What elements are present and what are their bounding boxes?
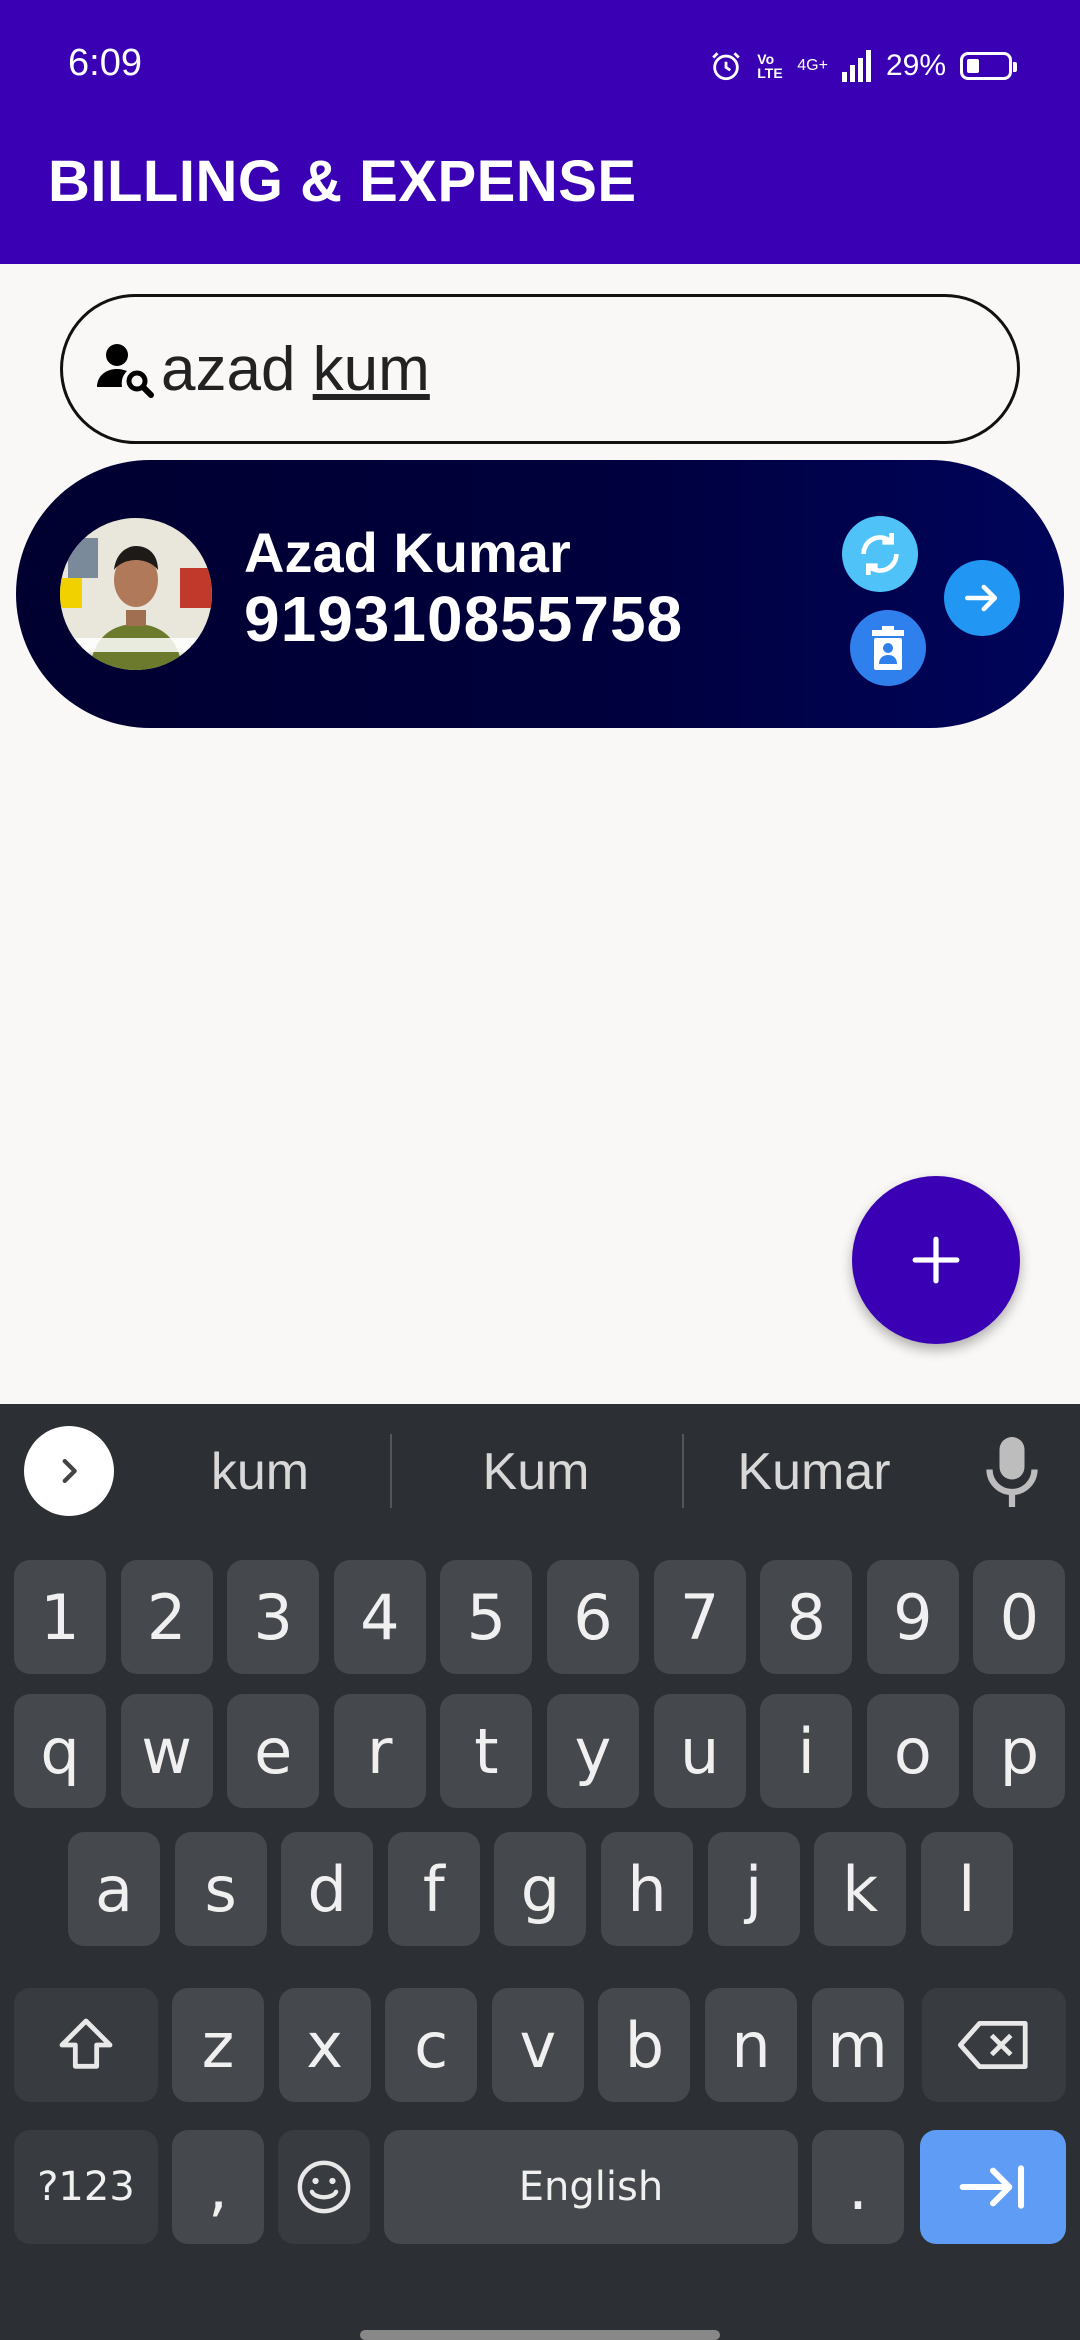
key-l[interactable]: l xyxy=(920,1832,1013,1946)
key-r[interactable]: r xyxy=(333,1694,426,1808)
soft-keyboard: kum Kum Kumar 1234567890 qwertyuiop asdfgh… xyxy=(0,1404,1080,2340)
sync-icon xyxy=(861,533,899,575)
app-bar: 6:09 Vo LTE 4G+ 29% BILLING & EXPENSE xyxy=(0,0,1080,264)
suggestion-1[interactable]: kum xyxy=(130,1442,390,1502)
avatar xyxy=(60,518,212,670)
next-key[interactable] xyxy=(920,2130,1066,2244)
page-title: BILLING & EXPENSE xyxy=(48,149,637,214)
key-g[interactable]: g xyxy=(494,1832,587,1946)
emoji-icon xyxy=(297,2160,351,2214)
emoji-key[interactable] xyxy=(278,2130,370,2244)
battery-icon xyxy=(960,52,1017,80)
key-3[interactable]: 3 xyxy=(227,1560,320,1674)
suggestion-2[interactable]: Kum xyxy=(406,1442,666,1502)
key-o[interactable]: o xyxy=(866,1694,959,1808)
shift-key[interactable] xyxy=(14,1988,158,2102)
key-u[interactable]: u xyxy=(653,1694,746,1808)
key-j[interactable]: j xyxy=(707,1832,800,1946)
key-0[interactable]: 0 xyxy=(973,1560,1066,1674)
key-c[interactable]: c xyxy=(385,1988,478,2102)
open-contact-button[interactable] xyxy=(944,560,1020,636)
chevron-right-icon xyxy=(62,1458,77,1484)
key-b[interactable]: b xyxy=(598,1988,691,2102)
key-f[interactable]: f xyxy=(387,1832,480,1946)
suggestion-divider xyxy=(390,1434,392,1508)
shift-icon xyxy=(59,2018,113,2069)
search-field[interactable]: azad kum xyxy=(60,294,1020,444)
contact-phone: 919310855758 xyxy=(244,583,684,655)
person-search-icon xyxy=(97,344,154,398)
key-x[interactable]: x xyxy=(278,1988,371,2102)
add-button[interactable] xyxy=(852,1176,1020,1344)
backspace-icon xyxy=(958,2020,1028,2069)
contact-card[interactable]: Azad Kumar 919310855758 xyxy=(16,460,1064,728)
space-key[interactable]: English xyxy=(384,2130,798,2244)
key-6[interactable]: 6 xyxy=(547,1560,639,1674)
alarm-icon xyxy=(712,52,741,81)
key-4[interactable]: 4 xyxy=(333,1560,426,1674)
key-e[interactable]: e xyxy=(227,1694,320,1808)
key-5[interactable]: 5 xyxy=(440,1560,533,1674)
key-9[interactable]: 9 xyxy=(866,1560,959,1674)
volte-label: Vo LTE xyxy=(757,51,783,81)
status-time: 6:09 xyxy=(68,42,142,84)
key-8[interactable]: 8 xyxy=(760,1560,853,1674)
gesture-nav-bar[interactable] xyxy=(360,2330,720,2340)
key-a[interactable]: a xyxy=(68,1832,160,1946)
backspace-key[interactable] xyxy=(922,1988,1066,2102)
key-z[interactable]: z xyxy=(172,1988,264,2102)
tab-next-icon xyxy=(959,2165,1025,2209)
delete-contact-button[interactable] xyxy=(850,610,926,686)
status-icons: Vo LTE 4G+ 29% xyxy=(709,42,1017,90)
plus-icon xyxy=(912,1236,960,1284)
key-n[interactable]: n xyxy=(705,1988,797,2102)
key-7[interactable]: 7 xyxy=(653,1560,746,1674)
key-s[interactable]: s xyxy=(174,1832,267,1946)
contact-delete-icon xyxy=(872,626,904,670)
key-p[interactable]: p xyxy=(973,1694,1066,1808)
signal-icon xyxy=(841,50,871,82)
key-2[interactable]: 2 xyxy=(120,1560,213,1674)
mic-icon[interactable] xyxy=(982,1434,1042,1510)
key-h[interactable]: h xyxy=(601,1832,693,1946)
key-d[interactable]: d xyxy=(281,1832,374,1946)
contact-name: Azad Kumar xyxy=(244,521,571,584)
sync-button[interactable] xyxy=(842,516,918,592)
network-label: 4G+ xyxy=(797,57,828,74)
key-i[interactable]: i xyxy=(760,1694,853,1808)
symbols-key[interactable]: ?123 xyxy=(14,2130,158,2244)
key-v[interactable]: v xyxy=(491,1988,584,2102)
search-typed-text: azad xyxy=(161,334,313,404)
suggestion-3[interactable]: Kumar xyxy=(684,1442,944,1502)
key-y[interactable]: y xyxy=(547,1694,639,1808)
battery-percent: 29% xyxy=(885,49,946,82)
period-key[interactable]: . xyxy=(812,2130,904,2244)
search-input[interactable]: azad kum xyxy=(161,334,981,405)
suggestion-bar: kum Kum Kumar xyxy=(0,1404,1080,1538)
toolbar-expand-button[interactable] xyxy=(24,1426,114,1516)
key-q[interactable]: q xyxy=(14,1694,106,1808)
key-k[interactable]: k xyxy=(814,1832,907,1946)
key-m[interactable]: m xyxy=(811,1988,904,2102)
arrow-right-icon xyxy=(965,584,998,612)
key-t[interactable]: t xyxy=(440,1694,533,1808)
comma-key[interactable]: , xyxy=(172,2130,264,2244)
search-composing-text: kum xyxy=(312,334,430,404)
key-1[interactable]: 1 xyxy=(14,1560,106,1674)
key-w[interactable]: w xyxy=(120,1694,213,1808)
